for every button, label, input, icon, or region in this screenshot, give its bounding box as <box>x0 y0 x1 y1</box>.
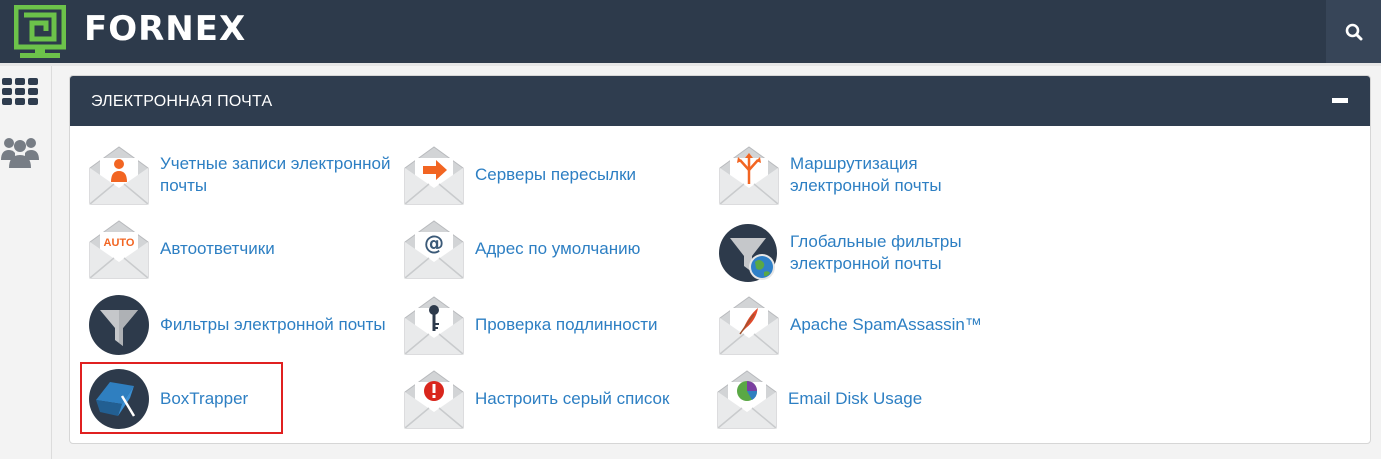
envelope-key-icon <box>403 294 465 356</box>
search-icon <box>1345 23 1362 40</box>
email-routing-item[interactable]: Маршрутизация электронной почты <box>718 144 942 206</box>
global-filters-label: Глобальные фильтры электронной почты <box>790 232 962 273</box>
envelope-at-icon: @ <box>403 218 465 280</box>
boxtrapper-label: BoxTrapper <box>160 389 249 408</box>
search-button[interactable] <box>1326 0 1381 63</box>
authentication-label: Проверка подлинности <box>475 315 658 334</box>
spamassassin-label: Apache SpamAssassin™ <box>790 315 982 334</box>
boxtrapper-icon <box>88 368 150 430</box>
panel-header[interactable]: ЭЛЕКТРОННАЯ ПОЧТА <box>70 76 1370 126</box>
envelope-routing-icon <box>718 144 780 206</box>
nav-users-button[interactable] <box>0 132 40 172</box>
global-filter-icon <box>718 222 780 284</box>
envelope-user-icon <box>88 144 150 206</box>
default-address-label: Адрес по умолчанию <box>475 239 641 258</box>
top-bar: FORNEX <box>0 0 1381 63</box>
email-accounts-item[interactable]: Учетные записи электронной почты <box>88 144 391 206</box>
nav-grid-button[interactable] <box>0 72 40 112</box>
grid-icon <box>2 78 38 105</box>
users-icon <box>1 138 39 168</box>
svg-text:@: @ <box>424 231 444 255</box>
topbar-divider <box>0 63 1381 66</box>
email-filters-label: Фильтры электронной почты <box>160 315 386 334</box>
left-nav <box>0 66 52 459</box>
minus-icon[interactable] <box>1332 98 1348 103</box>
fornex-logo-icon[interactable] <box>13 4 67 64</box>
forwarders-item[interactable]: Серверы пересылки <box>403 144 636 206</box>
brand-name: FORNEX <box>84 9 247 49</box>
default-address-item[interactable]: @ Адрес по умолчанию <box>403 218 640 280</box>
greylisting-label: Настроить серый список <box>475 389 670 408</box>
email-accounts-label: Учетные записи электронной почты <box>160 154 391 195</box>
spamassassin-item[interactable]: Apache SpamAssassin™ <box>718 294 982 356</box>
envelope-arrow-icon <box>403 144 465 206</box>
panel-title: ЭЛЕКТРОННАЯ ПОЧТА <box>91 93 273 110</box>
autoresponders-item[interactable]: AUTO Автоответчики <box>88 218 275 280</box>
authentication-item[interactable]: Проверка подлинности <box>403 294 658 356</box>
filter-icon <box>88 294 150 356</box>
envelope-pie-icon <box>716 368 778 430</box>
envelope-alert-icon <box>403 368 465 430</box>
autoresponders-label: Автоответчики <box>160 239 275 258</box>
envelope-auto-icon: AUTO <box>88 218 150 280</box>
global-filters-item[interactable]: Глобальные фильтры электронной почты <box>718 222 962 284</box>
greylisting-item[interactable]: Настроить серый список <box>403 368 669 430</box>
envelope-feather-icon <box>718 294 780 356</box>
svg-text:AUTO: AUTO <box>104 237 135 249</box>
email-routing-label: Маршрутизация электронной почты <box>790 154 942 195</box>
email-disk-usage-label: Email Disk Usage <box>788 389 923 408</box>
forwarders-label: Серверы пересылки <box>475 165 637 184</box>
email-filters-item[interactable]: Фильтры электронной почты <box>88 294 386 356</box>
boxtrapper-item[interactable]: BoxTrapper <box>88 368 248 430</box>
email-disk-usage-item[interactable]: Email Disk Usage <box>716 368 922 430</box>
